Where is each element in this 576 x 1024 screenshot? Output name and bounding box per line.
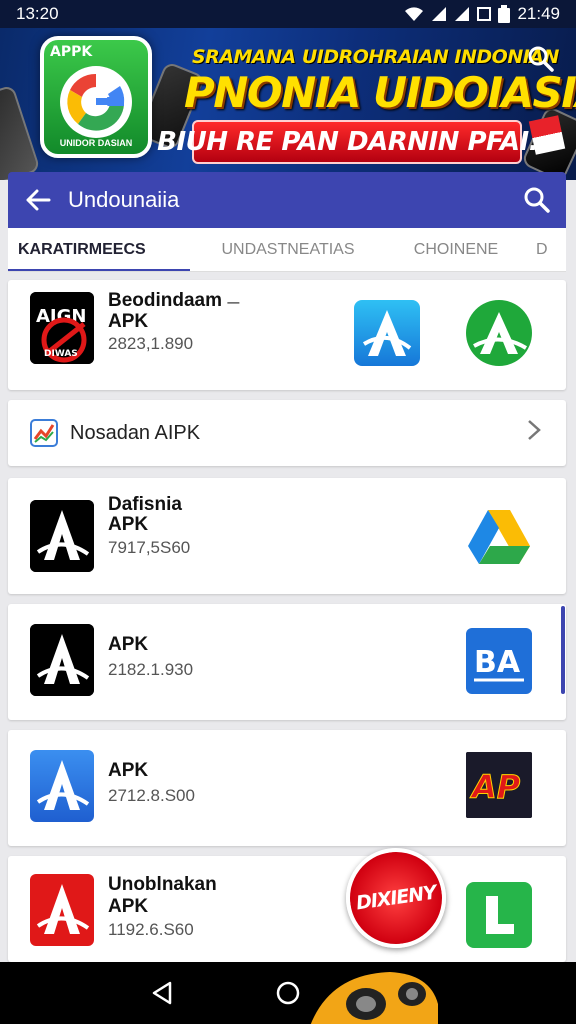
search-button[interactable] <box>508 172 566 228</box>
search-icon <box>524 187 550 213</box>
battery-icon <box>498 5 511 23</box>
section-link-row[interactable]: Nosadan AIPK <box>8 400 566 466</box>
green-l-app-icon[interactable] <box>466 882 532 948</box>
svg-text:AP: AP <box>469 768 521 806</box>
featured-app-icon: AIGN DIWAS <box>30 292 94 364</box>
back-button[interactable] <box>8 172 68 228</box>
section-link-label: Nosadan AIPK <box>70 421 201 444</box>
app-card[interactable]: APK 2712.8.S00 AP <box>8 730 566 846</box>
featured-app-name-line1: Beodindaam — <box>108 290 240 311</box>
signal-icon <box>432 7 447 21</box>
app-download-count: 1192.6.S60 <box>108 920 194 939</box>
chart-app-icon <box>30 419 58 447</box>
banner-headline: PNONIA UIDOIASIA! <box>184 68 576 117</box>
app-icon <box>30 500 94 572</box>
ba-letter-icon: BA <box>474 645 524 682</box>
green-a-app-icon[interactable] <box>466 300 532 366</box>
app-name-line2: APK <box>108 760 149 781</box>
app-icon <box>30 874 94 946</box>
featured-app-name-line2: APK <box>108 311 149 332</box>
scrollbar-thumb[interactable] <box>561 606 565 694</box>
nav-back-button[interactable] <box>147 978 177 1008</box>
blue-ba-app-icon[interactable]: BA <box>466 628 532 694</box>
featured-app-card[interactable]: AIGN DIWAS Beodindaam — APK 2823,1.890 <box>8 280 566 390</box>
chevron-right-icon <box>526 418 566 449</box>
tab-d[interactable]: D <box>526 228 558 271</box>
tab-karatirmeecs[interactable]: KARATIRMEECS <box>8 228 190 271</box>
a-letter-icon <box>362 310 412 356</box>
banner-search-icon[interactable] <box>528 46 554 72</box>
search-app-bar: Undounaiia <box>8 172 566 228</box>
nav-home-button[interactable] <box>273 978 303 1008</box>
a-letter-icon <box>30 624 94 696</box>
banner-logo-label: APPK <box>50 44 93 60</box>
app-name-line2: APK <box>108 514 149 535</box>
ap-badge-icon: AP <box>466 752 532 818</box>
app-name-line1: Dafisnia <box>108 494 182 515</box>
ap-badge-app-icon[interactable]: AP <box>466 752 532 818</box>
signal-icon-2 <box>455 7 470 21</box>
apk-badge-icon: AIGN DIWAS <box>30 292 94 364</box>
status-clock: 21:49 <box>517 4 560 23</box>
a-letter-icon <box>30 500 94 572</box>
a-letter-icon <box>36 760 90 810</box>
app-card[interactable]: Unoblnakan APK 1192.6.S60 <box>8 856 566 962</box>
g-logo-icon <box>60 66 132 138</box>
wifi-icon <box>405 7 424 21</box>
image-icon <box>477 7 492 21</box>
gdrive-app-icon[interactable] <box>466 504 532 570</box>
tab-undastneatias[interactable]: UNDASTNEATIAS <box>190 228 386 271</box>
app-name-line1: Unoblnakan <box>108 874 217 895</box>
svg-text:DIWAS: DIWAS <box>44 349 78 359</box>
app-icon <box>30 624 94 696</box>
back-triangle-icon <box>152 981 172 1005</box>
banner-cta-button[interactable]: BIUH RE PAN DARNIN PFAI... <box>157 120 557 164</box>
drive-icon <box>468 510 530 564</box>
app-card[interactable]: APK 2182.1.930 BA <box>8 604 566 720</box>
status-icons: 21:49 <box>404 4 560 24</box>
svg-text:BA: BA <box>474 645 521 680</box>
banner-subheadline: SRAMANA UIDROHRAIAN INDONIAN <box>192 46 559 68</box>
robot-mascot-graphic <box>310 972 438 1024</box>
app-name-line2: APK <box>108 896 149 917</box>
status-time: 13:20 <box>16 4 59 23</box>
category-tabs: KARATIRMEECS UNDASTNEATIAS CHOINENE D <box>8 228 566 272</box>
home-circle-icon <box>276 981 300 1005</box>
app-icon <box>30 750 94 822</box>
blue-a-app-icon[interactable] <box>354 300 420 366</box>
app-download-count: 2182.1.930 <box>108 660 194 679</box>
banner-logo-sub: UNIDOR DASIAN <box>59 138 133 148</box>
a-letter-icon <box>473 312 528 354</box>
tab-choinene[interactable]: CHOINENE <box>386 228 526 271</box>
app-name-line2: APK <box>108 634 149 655</box>
banner-app-logo: APPK UNIDOR DASIAN <box>40 36 152 158</box>
status-bar: 13:20 21:49 <box>0 0 576 28</box>
app-card[interactable]: Dafisnia APK 7917,5S60 <box>8 478 566 594</box>
app-download-count: 2712.8.S00 <box>108 786 195 805</box>
promo-banner[interactable]: APPK UNIDOR DASIAN SRAMANA UIDROHRAIAN I… <box>0 28 576 180</box>
featured-name-suffix: — <box>227 295 240 309</box>
app-download-count: 7917,5S60 <box>108 538 191 557</box>
search-query-field[interactable]: Undounaiia <box>68 187 508 213</box>
a-letter-icon <box>36 884 90 934</box>
l-letter-icon <box>486 896 514 934</box>
featured-app-count: 2823,1.890 <box>108 334 194 353</box>
arrow-left-icon <box>26 189 51 211</box>
phone-graphic <box>0 84 41 180</box>
system-nav-bar <box>0 962 576 1024</box>
